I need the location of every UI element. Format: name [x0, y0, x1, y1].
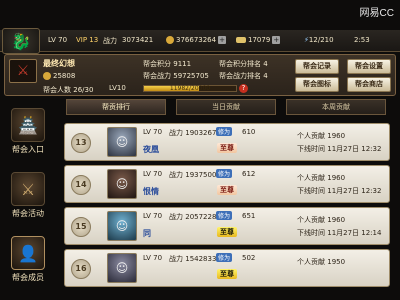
- guild-power-rank: 帮会战力排名 4: [219, 72, 268, 80]
- status-bar: LV 70 VIP 13 战力 3073421 376673264 + 17079…: [0, 30, 400, 52]
- member-row[interactable]: 14 ☺ LV 70 战力 1937500 修为 612 恨情 至尊 个人贡献 …: [64, 165, 390, 203]
- member-power: 战力 1542833: [169, 255, 217, 263]
- member-row[interactable]: 13 ☺ LV 70 战力 1903267 修为 610 夜凰 至尊 个人贡献 …: [64, 123, 390, 161]
- guild-emblem-icon: ⚔: [9, 59, 37, 83]
- stamina-display[interactable]: ⚡12/210: [304, 36, 334, 44]
- guild-settings-button[interactable]: 帮会设置: [347, 59, 391, 74]
- member-rep: 502: [242, 254, 256, 262]
- guild-event-icon: ⚔: [11, 172, 45, 206]
- tab-weekly-contribution[interactable]: 本周贡献: [286, 99, 386, 115]
- member-title-badge: 至尊: [217, 227, 237, 237]
- member-avatar[interactable]: ☺: [107, 211, 137, 241]
- guild-exp-bar: 11982/20000: [143, 85, 237, 92]
- member-rep: 612: [242, 170, 256, 178]
- rank-badge: 13: [71, 133, 91, 153]
- ingot-display[interactable]: 17079 +: [236, 36, 281, 44]
- power-label: 战力: [103, 37, 117, 45]
- member-rep-label: 修为: [216, 211, 233, 220]
- guild-points: 帮会积分 9111: [143, 60, 192, 68]
- guild-icon-button[interactable]: 帮会图标: [295, 77, 339, 92]
- member-rep-label: 修为: [216, 127, 233, 136]
- clock-time: 2:53: [354, 36, 370, 44]
- nav-guild-hall[interactable]: 🏯 帮会入口: [2, 106, 54, 168]
- left-nav: 🏯 帮会入口 ⚔ 帮会活动 👤 帮会成员: [0, 98, 56, 300]
- member-logout-time: 下线时间 11月27日 12:14: [297, 229, 382, 237]
- guild-member-count: 帮会人数 26/30: [43, 86, 94, 94]
- nav-guild-member[interactable]: 👤 帮会成员: [2, 234, 54, 296]
- member-logout-time: 下线时间 11月27日 12:32: [297, 145, 382, 153]
- ingot-amount: 17079: [248, 36, 271, 44]
- member-level: LV 70: [143, 254, 163, 262]
- member-avatar[interactable]: ☺: [107, 127, 137, 157]
- game-screen: 网易CC LV 70 VIP 13 战力 3073421 376673264 + …: [0, 0, 400, 300]
- guild-exp-text: 11982/20000: [169, 85, 211, 92]
- member-level: LV 70: [143, 212, 163, 220]
- tab-contribution-rank[interactable]: 帮贡排行: [66, 99, 166, 115]
- guild-funds: 25808: [43, 72, 75, 80]
- member-name: 同: [143, 229, 151, 238]
- back-button[interactable]: 🐉: [2, 28, 40, 54]
- member-rep: 610: [242, 128, 256, 136]
- stamina-amount: 12/210: [308, 36, 334, 44]
- member-power: 战力 1937500: [169, 171, 217, 179]
- watermark: 网易CC: [359, 8, 394, 19]
- guild-member-icon: 👤: [11, 236, 45, 270]
- member-name: 恨情: [143, 187, 159, 196]
- coin-amount: 376673264: [176, 36, 217, 44]
- member-avatar[interactable]: ☺: [107, 253, 137, 283]
- member-rep: 651: [242, 212, 256, 220]
- member-row[interactable]: 15 ☺ LV 70 战力 2057228 修为 651 同 至尊 个人贡献 1…: [64, 207, 390, 245]
- member-logout-time: 下线时间 11月27日 12:32: [297, 187, 382, 195]
- member-contribution: 个人贡献 1950: [297, 258, 346, 266]
- guild-name: 最终幻想: [43, 59, 75, 68]
- guild-hall-icon: 🏯: [11, 108, 45, 142]
- nav-guild-member-label: 帮会成员: [12, 273, 44, 282]
- rank-badge: 14: [71, 175, 91, 195]
- member-rep-label: 修为: [216, 253, 233, 262]
- member-title-badge: 至尊: [217, 185, 237, 195]
- member-avatar[interactable]: ☺: [107, 169, 137, 199]
- guild-info-panel: ⚔ 最终幻想 25808 帮会人数 26/30 帮会积分 9111 帮会战力 5…: [4, 54, 396, 96]
- guild-points-rank: 帮会积分排名 4: [219, 60, 268, 68]
- guild-funds-icon: [43, 72, 51, 80]
- tab-daily-contribution[interactable]: 当日贡献: [176, 99, 276, 115]
- dragon-logo-icon: 🐉: [11, 31, 31, 51]
- player-level: LV 70: [48, 36, 68, 44]
- nav-guild-hall-label: 帮会入口: [12, 145, 44, 154]
- member-power: 战力 2057228: [169, 213, 217, 221]
- add-coin-icon[interactable]: +: [218, 36, 227, 44]
- member-contribution: 个人贡献 1960: [297, 132, 346, 140]
- help-button[interactable]: ?: [239, 84, 248, 93]
- ingot-icon: [236, 37, 246, 43]
- guild-record-button[interactable]: 帮会记录: [295, 59, 339, 74]
- member-name: 夜凰: [143, 145, 159, 154]
- member-title-badge: 至尊: [217, 269, 237, 279]
- member-row[interactable]: 16 ☺ LV 70 战力 1542833 修为 502 至尊 个人贡献 195…: [64, 249, 390, 287]
- guild-shop-button[interactable]: 帮会商店: [347, 77, 391, 92]
- member-level: LV 70: [143, 128, 163, 136]
- member-list[interactable]: 13 ☺ LV 70 战力 1903267 修为 610 夜凰 至尊 个人贡献 …: [58, 117, 396, 300]
- member-contribution: 个人贡献 1960: [297, 174, 346, 182]
- member-level: LV 70: [143, 170, 163, 178]
- coin-icon: [166, 36, 174, 44]
- member-title-badge: 至尊: [217, 143, 237, 153]
- vip-level: VIP 13: [76, 36, 99, 44]
- coin-display[interactable]: 376673264 +: [166, 36, 227, 44]
- guild-level: LV10: [109, 84, 126, 92]
- nav-guild-event-label: 帮会活动: [12, 209, 44, 218]
- member-rep-label: 修为: [216, 169, 233, 178]
- guild-power: 帮会战力 59725705: [143, 72, 209, 80]
- add-ingot-icon[interactable]: +: [272, 36, 281, 44]
- member-contribution: 个人贡献 1960: [297, 216, 346, 224]
- nav-guild-event[interactable]: ⚔ 帮会活动: [2, 170, 54, 232]
- rank-badge: 16: [71, 259, 91, 279]
- member-power: 战力 1903267: [169, 129, 217, 137]
- player-power: 3073421: [122, 36, 154, 44]
- rank-badge: 15: [71, 217, 91, 237]
